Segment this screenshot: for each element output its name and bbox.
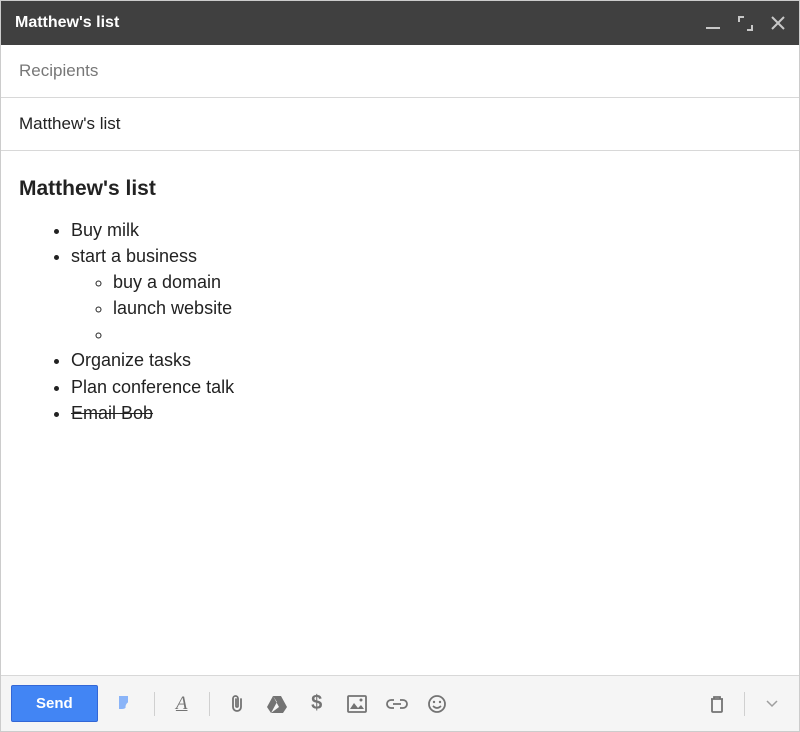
subject-row[interactable] xyxy=(1,98,799,151)
list-item: Organize tasks xyxy=(71,347,781,373)
subject-input[interactable] xyxy=(19,114,781,134)
send-button[interactable]: Send xyxy=(11,685,98,722)
recipients-row[interactable] xyxy=(1,45,799,98)
message-body[interactable]: Matthew's list Buy milk start a business… xyxy=(1,151,799,675)
window-title: Matthew's list xyxy=(15,14,119,32)
body-heading: Matthew's list xyxy=(19,177,781,201)
list-item: start a business buy a domain launch web… xyxy=(71,243,781,347)
close-icon[interactable] xyxy=(771,16,785,30)
list-item: Buy milk xyxy=(71,217,781,243)
list-item: buy a domain xyxy=(113,269,781,295)
separator xyxy=(154,692,155,716)
list-item xyxy=(113,321,781,347)
drive-icon[interactable] xyxy=(260,687,294,721)
compose-toolbar: Send A $ xyxy=(1,675,799,731)
list-item: Email Bob xyxy=(71,400,781,426)
formatting-icon[interactable]: A xyxy=(165,687,199,721)
more-options-icon[interactable] xyxy=(755,687,789,721)
attach-icon[interactable] xyxy=(220,687,254,721)
compose-window: Matthew's list Matthew's list Buy milk s… xyxy=(0,0,800,732)
separator xyxy=(209,692,210,716)
recipients-input[interactable] xyxy=(19,61,781,81)
money-icon[interactable]: $ xyxy=(300,687,334,721)
keep-icon[interactable] xyxy=(110,687,144,721)
body-list: Buy milk start a business buy a domain l… xyxy=(19,217,781,426)
list-item: launch website xyxy=(113,295,781,321)
list-item: Plan conference talk xyxy=(71,374,781,400)
minimize-icon[interactable] xyxy=(706,17,720,29)
titlebar-controls xyxy=(706,16,785,31)
discard-icon[interactable] xyxy=(700,687,734,721)
insert-photo-icon[interactable] xyxy=(340,687,374,721)
nested-list: buy a domain launch website xyxy=(71,269,781,347)
expand-icon[interactable] xyxy=(738,16,753,31)
separator xyxy=(744,692,745,716)
insert-link-icon[interactable] xyxy=(380,687,414,721)
emoji-icon[interactable] xyxy=(420,687,454,721)
titlebar: Matthew's list xyxy=(1,1,799,45)
